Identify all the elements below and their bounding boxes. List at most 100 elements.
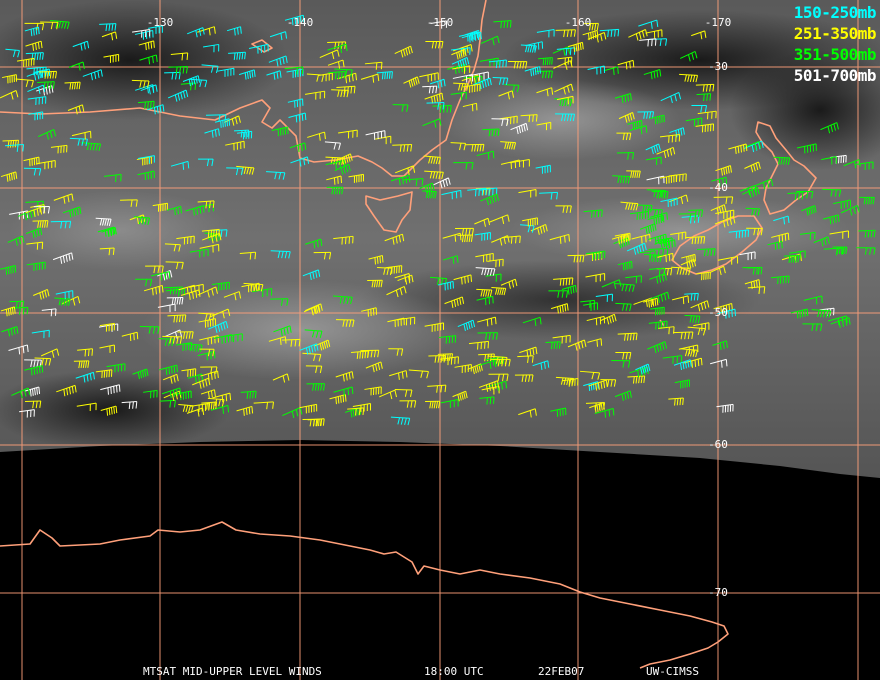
- wind-barb-feather: [251, 406, 254, 414]
- wind-barb-feather: [486, 319, 489, 327]
- wind-barb-feather: [594, 210, 597, 218]
- wind-barb: [422, 85, 437, 88]
- wind-barb-feather: [608, 409, 611, 417]
- wind-barb-feather: [650, 299, 653, 308]
- wind-barb-feather: [470, 274, 473, 282]
- wind-barb-feather: [337, 396, 340, 404]
- wind-barb-feather: [33, 367, 36, 375]
- wind-barb-feather: [515, 236, 517, 244]
- wind-barb-feather: [700, 358, 703, 366]
- wind-barb-feather: [340, 395, 342, 403]
- wind-barb-feather: [454, 234, 457, 242]
- wind-barb-feather: [601, 209, 603, 217]
- wind-barb-feather: [788, 275, 790, 283]
- wind-barb-feather: [662, 215, 665, 223]
- wind-barb-feather: [225, 394, 228, 402]
- wind-barb: [327, 41, 346, 44]
- wind-barb-feather: [379, 256, 381, 264]
- wind-barb-feather: [565, 48, 568, 56]
- wind-barb-feather: [381, 255, 384, 263]
- latitude-label: -50: [708, 306, 728, 319]
- wind-barb-feather: [604, 410, 607, 418]
- wind-barb-feather: [588, 383, 591, 392]
- wind-barb: [432, 104, 452, 107]
- wind-barb-feather: [249, 252, 252, 260]
- wind-barb-feather: [777, 276, 779, 285]
- wind-barb-feather: [636, 121, 639, 129]
- wind-barb-feather: [461, 277, 463, 285]
- wind-barb-feather: [347, 388, 350, 396]
- longitude-label: -170: [705, 16, 732, 29]
- legend-item-351-500mb: 351-500mb: [793, 45, 877, 64]
- wind-barb-feather: [182, 162, 185, 170]
- wind-barb-feather: [654, 38, 657, 46]
- wind-barb-feather: [502, 60, 504, 68]
- wind-barb-feather: [467, 275, 469, 283]
- wind-barb: [377, 267, 392, 269]
- wind-barb-feather: [334, 72, 337, 80]
- wind-barb-feather: [337, 176, 339, 184]
- wind-barb-feather: [245, 407, 248, 416]
- wind-barb-feather: [113, 386, 115, 394]
- wind-barb-feather: [745, 143, 748, 151]
- pressure-level-legend: 150-250mb 251-350mb 351-500mb 501-700mb: [793, 2, 877, 86]
- wind-barb-feather: [593, 300, 596, 308]
- wind-barb: [34, 357, 51, 360]
- wind-barb-feather: [785, 276, 787, 284]
- wind-barb-feather: [480, 76, 483, 84]
- wind-barb-feather: [342, 395, 345, 403]
- wind-barb-feather: [782, 276, 785, 284]
- wind-barb-feather: [301, 113, 304, 121]
- wind-barb-feather: [33, 28, 35, 36]
- wind-barb-feather: [629, 61, 631, 69]
- wind-barb-feather: [544, 58, 547, 66]
- wind-barb-feather: [50, 309, 53, 317]
- wind-barb-feather: [612, 67, 615, 76]
- wind-barb-feather: [344, 71, 346, 79]
- wind-barb-feather: [213, 351, 216, 359]
- wind-barb-feather: [91, 348, 94, 356]
- wind-barb-feather: [519, 235, 521, 244]
- wind-barb: [131, 79, 150, 82]
- wind-barb-feather: [344, 394, 347, 402]
- legend-item-251-350mb: 251-350mb: [793, 24, 877, 43]
- wind-barb-feather: [668, 254, 671, 262]
- wind-barb-feather: [742, 144, 745, 152]
- longitude-label: -150: [427, 16, 454, 29]
- wind-barb-feather: [737, 146, 740, 154]
- wind-barb-feather: [284, 336, 287, 344]
- wind-barb-feather: [145, 43, 147, 51]
- wind-barb-feather: [144, 101, 146, 110]
- wind-barb-feather: [173, 365, 176, 373]
- wind-barb-feather: [351, 386, 354, 394]
- wind-barb-feather: [38, 27, 40, 35]
- wind-barb-feather: [367, 350, 369, 359]
- wind-barb-feather: [356, 351, 359, 359]
- wind-barb-feather: [692, 254, 694, 262]
- wind-barb-feather: [506, 20, 509, 28]
- wind-barb: [164, 71, 181, 74]
- wind-barb: [713, 196, 733, 198]
- wind-barb-feather: [734, 309, 736, 317]
- wind-barb-feather: [474, 189, 477, 197]
- wind-barb-feather: [829, 217, 832, 225]
- wind-barb-feather: [30, 368, 33, 376]
- wind-barb-feather: [335, 397, 337, 405]
- wind-barb-feather: [229, 393, 232, 401]
- wind-barb-feather: [36, 366, 38, 375]
- wind-barb: [453, 82, 469, 85]
- wind-barb-feather: [147, 101, 149, 109]
- wind-barb-feather: [720, 360, 723, 368]
- satellite-wind-map: -130 -140 -150 -160 -170 -30 -40 -50 -60…: [0, 0, 880, 680]
- wind-barb-feather: [133, 333, 135, 341]
- wind-barb: [165, 261, 184, 263]
- wind-barb-feather: [478, 188, 480, 196]
- wind-barb-feather: [298, 114, 301, 122]
- wind-barb-feather: [625, 62, 628, 70]
- wind-barb-feather: [153, 40, 155, 48]
- wind-barb-feather: [171, 366, 173, 374]
- wind-barb-feather: [181, 53, 184, 61]
- wind-barb-feather: [248, 407, 251, 415]
- wind-barb: [492, 77, 508, 79]
- wind-barb-feather: [784, 233, 787, 241]
